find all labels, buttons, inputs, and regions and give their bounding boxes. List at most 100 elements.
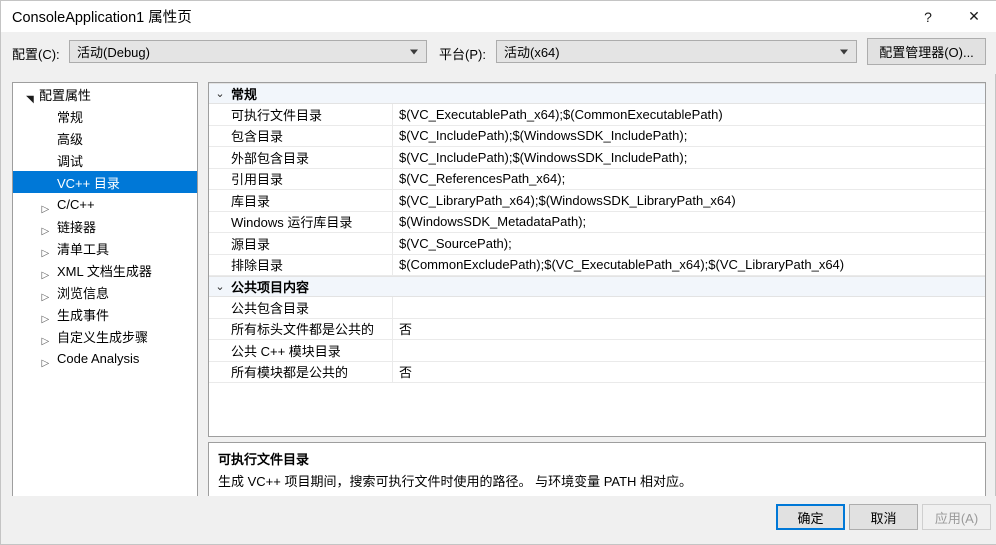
close-icon[interactable]: ✕ xyxy=(951,1,996,32)
sidebar-item-4[interactable]: VC++ 目录 xyxy=(13,171,197,193)
sidebar-item-label: Code Analysis xyxy=(57,350,140,366)
sidebar-item-1[interactable]: 常规 xyxy=(13,105,197,127)
sidebar-item-label: 调试 xyxy=(57,153,84,169)
property-row[interactable]: 源目录 $(VC_SourcePath); xyxy=(209,233,985,255)
platform-select[interactable]: 活动(x64) xyxy=(496,40,857,63)
property-row[interactable]: 外部包含目录 $(VC_IncludePath);$(WindowsSDK_Inc… xyxy=(209,147,985,169)
expander-collapsed-icon[interactable] xyxy=(39,237,53,259)
property-row[interactable]: 引用目录 $(VC_ReferencesPath_x64); xyxy=(209,168,985,190)
chevron-down-icon xyxy=(840,49,848,54)
configuration-tree[interactable]: 配置属性常规高级调试 VC++ 目录 C/C++ 链接器清单工具 XML 文档生成器浏览… xyxy=(12,82,198,498)
property-value[interactable]: $(VC_ExecutablePath_x64);$(CommonExecuta… xyxy=(392,107,985,122)
expander-collapsed-icon[interactable] xyxy=(39,193,53,215)
column-divider xyxy=(392,190,393,211)
platform-value: 活动(x64) xyxy=(504,45,560,60)
sidebar-item-label: 配置属性 xyxy=(39,87,92,103)
property-name: 包含目录 xyxy=(231,129,284,145)
column-divider xyxy=(392,104,393,125)
configuration-manager-button[interactable]: 配置管理器(O)... xyxy=(867,38,986,65)
sidebar-item-2[interactable]: 高级 xyxy=(13,127,197,149)
property-value[interactable]: $(WindowsSDK_MetadataPath); xyxy=(392,214,985,229)
expander-collapsed-icon[interactable] xyxy=(39,281,53,303)
property-value[interactable]: 否 xyxy=(392,362,985,381)
property-row[interactable]: 所有标头文件都是公共的 否 xyxy=(209,318,985,340)
sidebar-item-label: 浏览信息 xyxy=(57,285,110,301)
sidebar-item-12[interactable]: Code Analysis xyxy=(13,347,197,369)
grid-group-header[interactable]: ⌄ 常规 xyxy=(209,83,985,104)
property-value[interactable]: $(CommonExcludePath);$(VC_ExecutablePath… xyxy=(392,257,985,272)
grid-group-header[interactable]: ⌄ 公共项目内容 xyxy=(209,276,985,297)
sidebar-item-label: 生成事件 xyxy=(57,307,110,323)
property-name: 公共包含目录 xyxy=(231,300,310,316)
property-value[interactable]: $(VC_ReferencesPath_x64); xyxy=(392,171,985,186)
property-grid[interactable]: ⌄ 常规 可执行文件目录 $(VC_ExecutablePath_x64);$(Com… xyxy=(208,82,986,437)
expander-collapsed-icon[interactable] xyxy=(39,259,53,281)
column-divider xyxy=(392,318,393,339)
expander-collapsed-icon[interactable] xyxy=(39,325,53,347)
property-name: 引用目录 xyxy=(231,172,284,188)
expander-collapsed-icon[interactable] xyxy=(39,303,53,325)
sidebar-item-label: C/C++ xyxy=(57,196,95,212)
property-name: 所有模块都是公共的 xyxy=(231,365,349,381)
expander-collapsed-icon[interactable] xyxy=(39,347,53,369)
property-name: 库目录 xyxy=(231,193,271,209)
property-row[interactable]: 包含目录 $(VC_IncludePath);$(WindowsSDK_Inclu… xyxy=(209,125,985,147)
sidebar-item-label: VC++ 目录 xyxy=(57,175,120,191)
help-icon[interactable]: ? xyxy=(905,1,951,32)
sidebar-item-11[interactable]: 自定义生成步骤 xyxy=(13,325,197,347)
property-name: 排除目录 xyxy=(231,258,284,274)
configuration-value: 活动(Debug) xyxy=(77,45,150,60)
sidebar-item-5[interactable]: C/C++ xyxy=(13,193,197,215)
sidebar-item-0[interactable]: 配置属性 xyxy=(13,83,197,105)
sidebar-item-label: XML 文档生成器 xyxy=(57,263,152,279)
property-pages-dialog: ConsoleApplication1 属性页 ? ✕ 配置(C): 活动(De… xyxy=(0,0,996,545)
sidebar-item-10[interactable]: 生成事件 xyxy=(13,303,197,325)
description-title: 可执行文件目录 xyxy=(218,452,310,467)
column-divider xyxy=(392,211,393,232)
property-row[interactable]: 公共 C++ 模块目录 xyxy=(209,340,985,362)
description-panel: 可执行文件目录 生成 VC++ 项目期间，搜索可执行文件时使用的路径。 与环境变… xyxy=(208,442,986,498)
page-title: ConsoleApplication1 属性页 xyxy=(12,10,192,26)
chevron-down-icon[interactable]: ⌄ xyxy=(209,280,231,293)
property-value[interactable]: $(VC_LibraryPath_x64);$(WindowsSDK_Libra… xyxy=(392,193,985,208)
column-divider xyxy=(392,233,393,254)
chevron-down-icon xyxy=(410,49,418,54)
property-row[interactable]: 排除目录 $(CommonExcludePath);$(VC_Executable… xyxy=(209,254,985,276)
column-divider xyxy=(392,340,393,361)
expander-expanded-icon[interactable] xyxy=(23,83,37,105)
sidebar-item-6[interactable]: 链接器 xyxy=(13,215,197,237)
sidebar-item-8[interactable]: XML 文档生成器 xyxy=(13,259,197,281)
property-name: 所有标头文件都是公共的 xyxy=(231,322,375,338)
grid-group-title: 公共项目内容 xyxy=(231,280,310,295)
property-row[interactable]: 库目录 $(VC_LibraryPath_x64);$(WindowsSDK_Li… xyxy=(209,190,985,212)
property-value[interactable]: $(VC_IncludePath);$(WindowsSDK_IncludePa… xyxy=(392,128,985,143)
property-value[interactable]: $(VC_IncludePath);$(WindowsSDK_IncludePa… xyxy=(392,150,985,165)
property-row[interactable]: 所有模块都是公共的 否 xyxy=(209,361,985,383)
property-value[interactable]: 否 xyxy=(392,319,985,338)
property-value[interactable]: $(VC_SourcePath); xyxy=(392,236,985,251)
sidebar-item-label: 常规 xyxy=(57,109,84,125)
column-divider xyxy=(392,168,393,189)
sidebar-item-7[interactable]: 清单工具 xyxy=(13,237,197,259)
chevron-down-icon[interactable]: ⌄ xyxy=(209,87,231,100)
expander-collapsed-icon[interactable] xyxy=(39,215,53,237)
sidebar-item-label: 高级 xyxy=(57,131,84,147)
property-row[interactable]: 公共包含目录 xyxy=(209,297,985,319)
property-name: Windows 运行库目录 xyxy=(231,215,353,231)
column-divider xyxy=(392,361,393,382)
column-divider xyxy=(392,125,393,146)
ok-button[interactable]: 确定 xyxy=(776,504,845,530)
property-name: 公共 C++ 模块目录 xyxy=(231,343,341,359)
column-divider xyxy=(392,297,393,318)
cancel-button[interactable]: 取消 xyxy=(849,504,918,530)
configuration-toolbar: 配置(C): 活动(Debug) 平台(P): 活动(x64) 配置管理器(O)… xyxy=(1,32,996,74)
property-row[interactable]: 可执行文件目录 $(VC_ExecutablePath_x64);$(Common… xyxy=(209,104,985,126)
property-name: 可执行文件目录 xyxy=(231,107,323,123)
sidebar-item-9[interactable]: 浏览信息 xyxy=(13,281,197,303)
configuration-select[interactable]: 活动(Debug) xyxy=(69,40,427,63)
property-row[interactable]: Windows 运行库目录 $(WindowsSDK_MetadataPath); xyxy=(209,211,985,233)
sidebar-item-3[interactable]: 调试 xyxy=(13,149,197,171)
grid-group-title: 常规 xyxy=(231,87,258,102)
apply-button: 应用(A) xyxy=(922,504,991,530)
property-name: 外部包含目录 xyxy=(231,150,310,166)
